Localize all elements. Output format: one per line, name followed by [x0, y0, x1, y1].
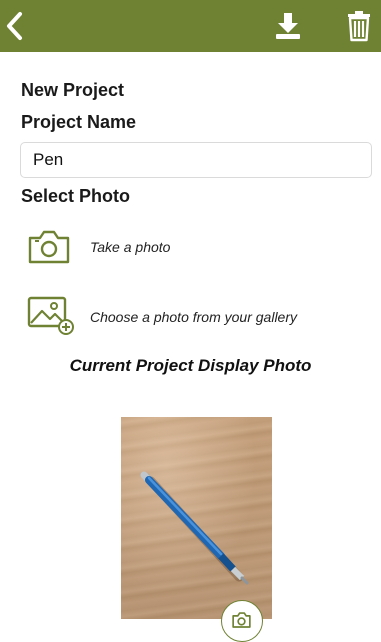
download-icon	[276, 13, 300, 39]
back-arrow-icon	[7, 12, 22, 40]
download-button[interactable]	[272, 10, 304, 42]
camera-icon	[28, 230, 70, 264]
project-display-photo	[121, 417, 272, 619]
project-name-label: Project Name	[21, 112, 137, 132]
back-button[interactable]	[4, 8, 34, 44]
pen-image	[140, 471, 249, 585]
camera-icon	[232, 612, 251, 628]
top-bar	[0, 0, 381, 52]
retake-photo-button[interactable]	[221, 600, 263, 642]
delete-button[interactable]	[345, 9, 373, 43]
select-photo-label: Select Photo	[21, 186, 131, 206]
gallery-add-icon	[27, 296, 74, 335]
take-photo-label: Take a photo	[90, 239, 171, 255]
take-photo-option[interactable]: Take a photo	[20, 226, 360, 270]
gallery-option[interactable]: Choose a photo from your gallery	[20, 292, 360, 336]
display-photo-title: Current Project Display Photo	[69, 356, 312, 375]
trash-icon	[348, 11, 370, 42]
new-project-heading: New Project	[21, 80, 125, 100]
project-name-input[interactable]	[20, 142, 372, 178]
gallery-label: Choose a photo from your gallery	[90, 309, 297, 325]
